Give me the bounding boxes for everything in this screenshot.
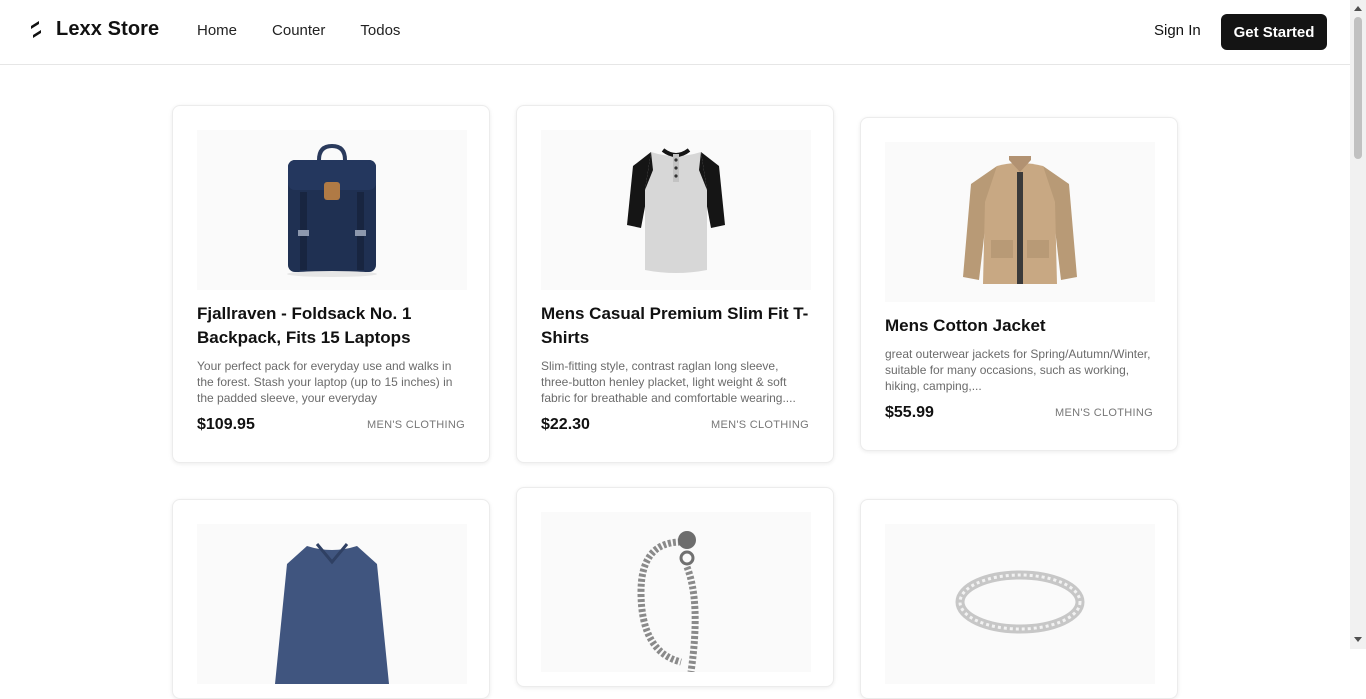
product-image [541, 512, 811, 672]
product-image [197, 130, 467, 290]
product-card[interactable] [172, 499, 490, 699]
scroll-up-arrow-icon[interactable] [1354, 6, 1362, 11]
dragon-bracelet-image [637, 531, 699, 672]
nav-counter[interactable]: Counter [272, 22, 325, 39]
product-category: MEN'S CLOTHING [711, 419, 809, 431]
top-navbar: Lexx Store Home Counter Todos Sign In Ge… [0, 0, 1350, 65]
product-image [885, 524, 1155, 684]
page-scrollbar[interactable] [1350, 0, 1366, 649]
product-card[interactable]: Mens Casual Premium Slim Fit T-Shirts Sl… [516, 105, 834, 463]
product-description: Slim-fitting style, contrast raglan long… [541, 359, 796, 405]
silver-ring-image [955, 570, 1085, 634]
scroll-down-arrow-icon[interactable] [1354, 637, 1362, 642]
product-price: $55.99 [885, 404, 934, 421]
brand[interactable]: Lexx Store [28, 18, 159, 41]
product-card[interactable] [860, 499, 1178, 699]
main-nav: Home Counter Todos [197, 22, 435, 39]
bolt-logo-icon [31, 20, 41, 38]
product-title[interactable]: Mens Casual Premium Slim Fit T-Shirts [541, 302, 813, 350]
product-description: great outerwear jackets for Spring/Autum… [885, 347, 1151, 393]
product-card[interactable]: Fjallraven - Foldsack No. 1 Backpack, Fi… [172, 105, 490, 463]
product-image [885, 142, 1155, 302]
nav-home[interactable]: Home [197, 22, 237, 39]
longsleeve-shirt-image [275, 543, 389, 684]
product-category: MEN'S CLOTHING [1055, 407, 1153, 419]
product-title[interactable]: Fjallraven - Foldsack No. 1 Backpack, Fi… [197, 302, 469, 350]
get-started-button[interactable]: Get Started [1221, 14, 1327, 50]
product-card[interactable]: Mens Cotton Jacket great outerwear jacke… [860, 117, 1178, 451]
nav-todos[interactable]: Todos [360, 22, 400, 39]
brand-name: Lexx Store [56, 18, 160, 40]
product-price: $22.30 [541, 416, 590, 433]
product-title[interactable]: Mens Cotton Jacket [885, 314, 1157, 338]
cotton-jacket-image [963, 156, 1077, 284]
product-card[interactable] [516, 487, 834, 687]
product-category: MEN'S CLOTHING [367, 419, 465, 431]
raglan-tshirt-image [627, 148, 725, 273]
product-image [541, 130, 811, 290]
sign-in-link[interactable]: Sign In [1154, 22, 1201, 39]
backpack-image [287, 143, 377, 277]
product-price: $109.95 [197, 416, 255, 433]
product-description: Your perfect pack for everyday use and w… [197, 359, 453, 405]
product-image [197, 524, 467, 684]
scrollbar-thumb[interactable] [1354, 17, 1362, 159]
